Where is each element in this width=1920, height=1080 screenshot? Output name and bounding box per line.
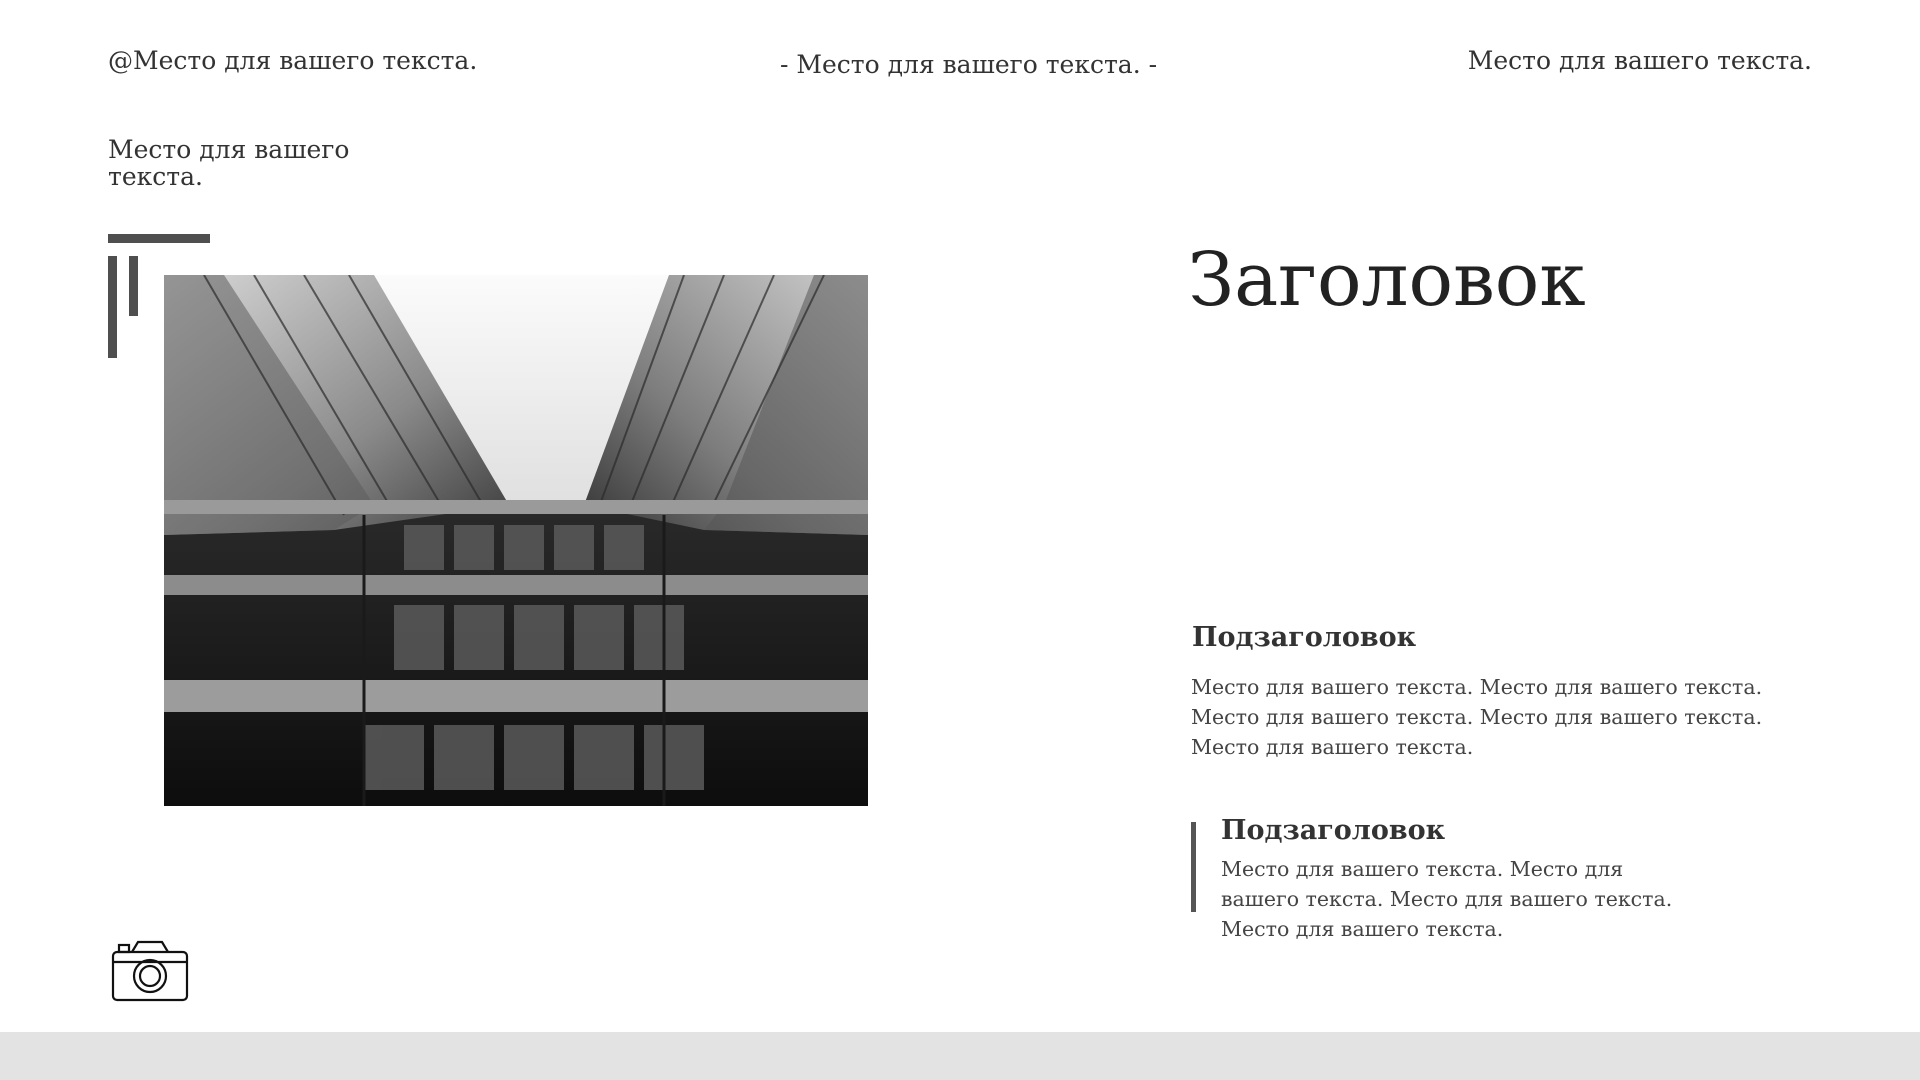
decorative-vertical-bar [108,256,117,358]
section2-subtitle: Подзаголовок [1221,815,1446,846]
decorative-horizontal-bar [108,234,210,243]
camera-icon [110,938,190,1004]
footer-band [0,1032,1920,1080]
header-left-text: @Место для вашего текста. [108,46,478,75]
section1-body-text: Место для вашего текста. Место для вашег… [1191,675,1763,759]
page-title: Заголовок [1188,237,1586,323]
header-center-text: - Место для вашего текста. - [780,50,1158,79]
section2-body-text: Место для вашего текста. Место для вашег… [1221,857,1673,941]
header-right-text: Место для вашего текста. [1467,46,1812,75]
side-note-text: Место для вашего текста. [108,135,350,191]
quote-accent-bar [1191,822,1196,912]
architecture-photo [164,275,868,806]
section1-subtitle: Подзаголовок [1192,622,1417,653]
decorative-vertical-bar-short [129,256,138,316]
